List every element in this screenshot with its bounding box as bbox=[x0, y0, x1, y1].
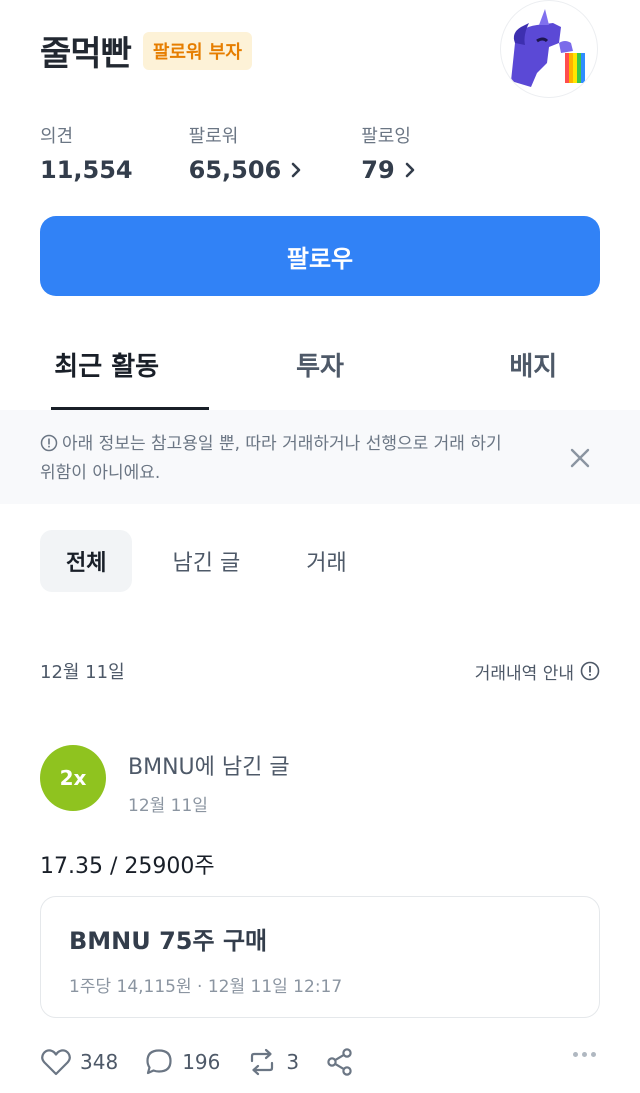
trade-details: 1주당 14,115원 · 12월 11일 12:17 bbox=[69, 977, 343, 997]
stat-value[interactable]: 65,506 bbox=[189, 156, 306, 184]
post-meta: BMNU에 남긴 글 12월 11일 bbox=[128, 749, 290, 816]
stat-label: 팔로워 bbox=[188, 126, 239, 147]
info-icon bbox=[40, 434, 58, 452]
unicorn-avatar-icon bbox=[511, 9, 585, 87]
like-button[interactable]: 348 bbox=[40, 1047, 118, 1077]
notice-text: 아래 정보는 참고용일 뿐, 따라 거래하거나 선행으로 거래 하기 위함이 아… bbox=[40, 434, 502, 483]
more-options-icon[interactable] bbox=[569, 1052, 596, 1057]
filter-trades[interactable]: 거래 bbox=[280, 530, 372, 592]
post-stock-avatar: 2x bbox=[40, 745, 106, 811]
like-count: 348 bbox=[80, 1050, 119, 1074]
repost-icon bbox=[251, 1048, 274, 1076]
stat-value: 11,554 bbox=[40, 156, 133, 184]
info-icon bbox=[580, 661, 600, 681]
repost-button[interactable]: 3 bbox=[246, 1047, 299, 1077]
follower-badge[interactable]: 팔로워 부자 bbox=[142, 31, 252, 70]
chevron-right-icon bbox=[291, 162, 301, 178]
post-actions: 348 196 3 bbox=[40, 1044, 600, 1080]
comment-button[interactable]: 196 bbox=[144, 1047, 220, 1077]
trade-title: BMNU 75주 구매 bbox=[69, 927, 268, 955]
activity-filters: 전체 남긴 글 거래 bbox=[40, 530, 387, 592]
stat-opinions: 의견 11,554 bbox=[40, 122, 133, 184]
tab-recent-activity[interactable]: 최근 활동 bbox=[0, 330, 213, 410]
repost-count: 3 bbox=[286, 1050, 300, 1074]
avatar[interactable] bbox=[500, 0, 598, 98]
heart-icon bbox=[41, 1049, 71, 1076]
tab-investment[interactable]: 투자 bbox=[213, 330, 426, 410]
stat-followers[interactable]: 팔로워 65,506 bbox=[189, 122, 306, 184]
post-body: 17.35 / 25900주 bbox=[40, 854, 215, 879]
tab-badges[interactable]: 배지 bbox=[427, 330, 640, 410]
comment-count: 196 bbox=[182, 1050, 221, 1074]
trade-history-guide[interactable]: 거래내역 안내 bbox=[475, 659, 600, 684]
filter-all[interactable]: 전체 bbox=[40, 530, 133, 592]
profile-stats: 의견 11,554 팔로워 65,506 팔로잉 79 bbox=[40, 122, 475, 184]
trade-card[interactable]: BMNU 75주 구매 1주당 14,115원 · 12월 11일 12:17 bbox=[40, 896, 600, 1018]
post-date: 12월 11일 bbox=[128, 796, 208, 816]
follow-button[interactable]: 팔로우 bbox=[40, 216, 600, 296]
username: 줄먹빤 bbox=[40, 34, 132, 74]
profile-header: 줄먹빤 팔로워 부자 bbox=[40, 26, 252, 75]
profile-tabs: 최근 활동 투자 배지 bbox=[0, 330, 640, 410]
stat-following[interactable]: 팔로잉 79 bbox=[361, 122, 418, 184]
notice-banner: 아래 정보는 참고용일 뿐, 따라 거래하거나 선행으로 거래 하기 위함이 아… bbox=[0, 410, 640, 504]
feed-date: 12월 11일 bbox=[40, 662, 125, 683]
filter-posts[interactable]: 남긴 글 bbox=[146, 530, 266, 592]
chevron-right-icon bbox=[405, 162, 414, 178]
comment-icon bbox=[146, 1049, 172, 1075]
close-icon[interactable] bbox=[568, 446, 592, 470]
post-title[interactable]: BMNU에 남긴 글 bbox=[128, 749, 290, 781]
feed-date-row: 12월 11일 거래내역 안내 bbox=[40, 658, 600, 684]
stat-value[interactable]: 79 bbox=[361, 156, 418, 184]
stat-label: 팔로잉 bbox=[361, 126, 411, 147]
share-icon bbox=[327, 1048, 352, 1076]
post-header[interactable]: 2x BMNU에 남긴 글 12월 11일 bbox=[40, 745, 290, 816]
share-button[interactable] bbox=[325, 1047, 363, 1077]
stat-label: 의견 bbox=[40, 126, 74, 147]
